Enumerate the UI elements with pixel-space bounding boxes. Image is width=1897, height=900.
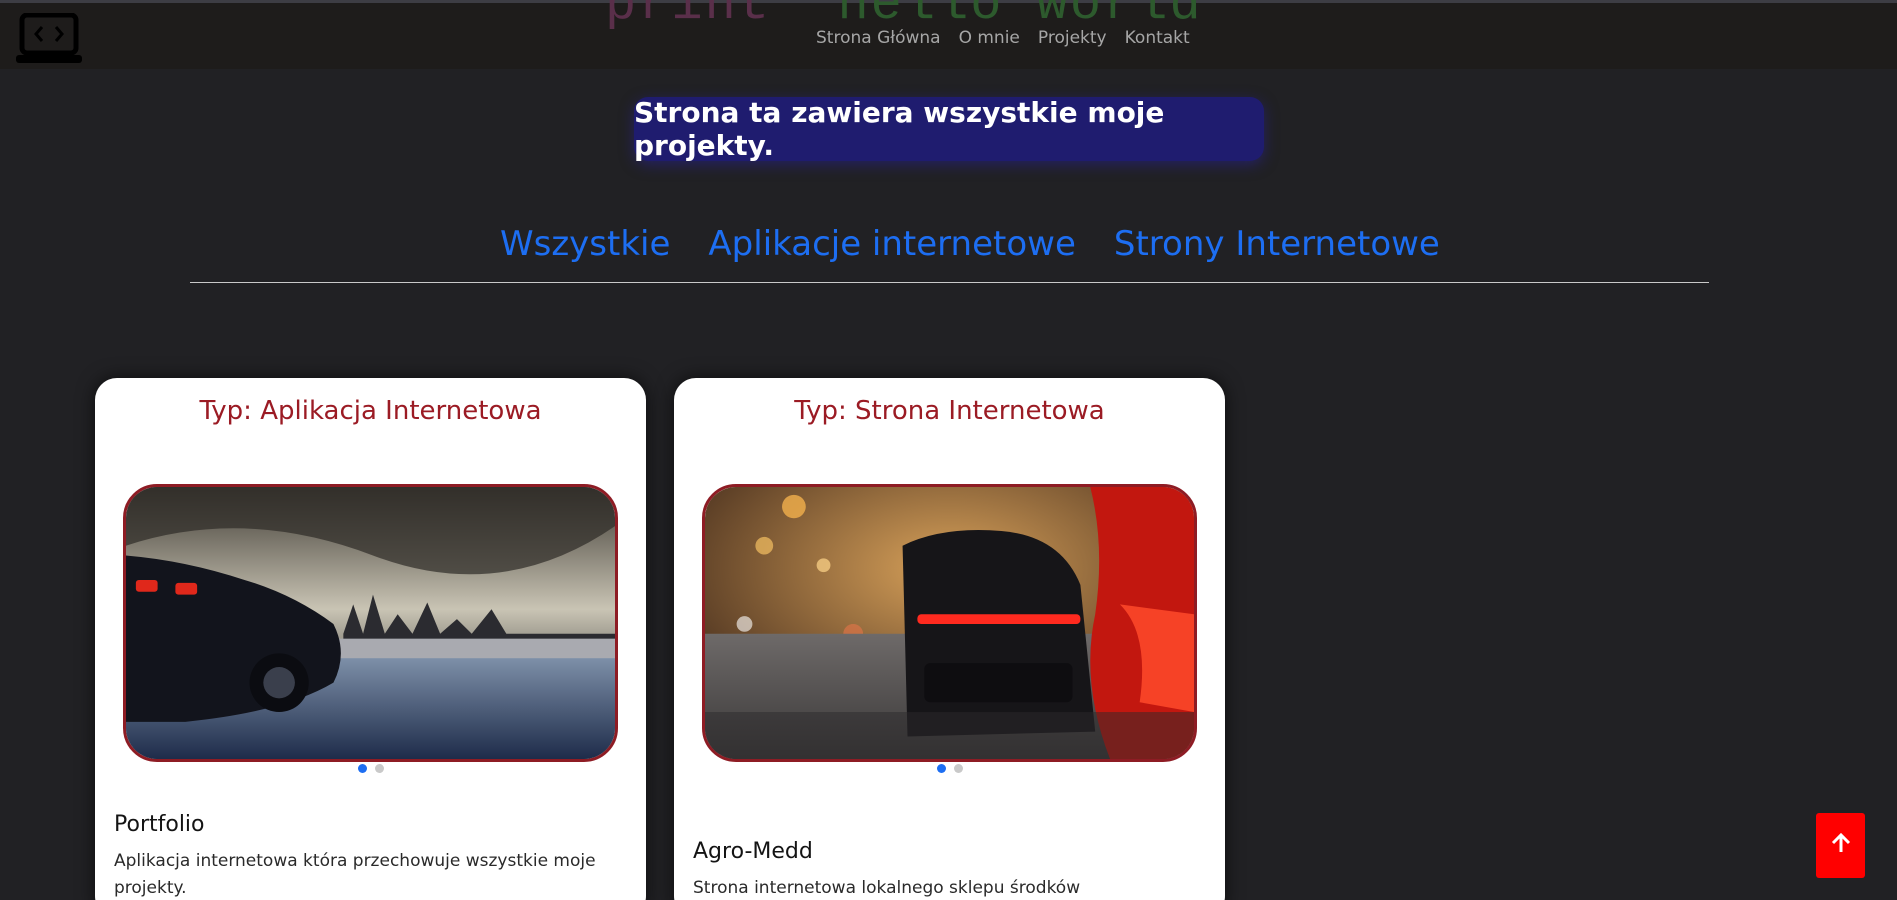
project-type: Typ: Aplikacja Internetowa [199, 396, 542, 426]
project-title: Agro-Medd [693, 839, 813, 864]
project-card: Typ: Strona Internetowa Agro-Medd Strona… [674, 378, 1225, 900]
nav-link-home[interactable]: Strona Główna [816, 28, 941, 48]
carousel-dot[interactable] [374, 764, 384, 773]
project-type: Typ: Strona Internetowa [794, 396, 1105, 426]
project-image[interactable] [702, 484, 1197, 762]
page: print "hello world" Strona Główna O mnie… [0, 0, 1897, 900]
intro-banner: Strona ta zawiera wszystkie moje projekt… [634, 96, 1264, 162]
carousel-dot[interactable] [357, 764, 367, 773]
project-description: Strona internetowa lokalnego sklepu środ… [693, 878, 1081, 898]
filter-tab-websites[interactable]: Strony Internetowe [1114, 224, 1440, 264]
nav-link-about[interactable]: O mnie [959, 28, 1020, 48]
carousel-indicators [95, 764, 646, 773]
back-to-top-button[interactable] [1816, 813, 1865, 878]
nav-link-projects[interactable]: Projekty [1038, 28, 1107, 48]
project-card: Typ: Aplikacja Internetowa Portfolio Apl… [95, 378, 646, 900]
filter-divider [190, 282, 1709, 283]
banner-keyword: print [605, 0, 772, 34]
filter-tab-all[interactable]: Wszystkie [500, 224, 670, 264]
code-laptop-icon[interactable] [14, 12, 84, 65]
project-title: Portfolio [114, 812, 205, 837]
arrow-up-icon [1830, 832, 1852, 859]
carousel-dot[interactable] [936, 764, 946, 773]
filter-tab-web-apps[interactable]: Aplikacje internetowe [708, 224, 1075, 264]
project-image[interactable] [123, 484, 618, 762]
site-header: print "hello world" Strona Główna O mnie… [0, 0, 1897, 69]
nav-link-contact[interactable]: Kontakt [1125, 28, 1190, 48]
project-filters: Wszystkie Aplikacje internetowe Strony I… [500, 224, 1440, 264]
main-nav: Strona Główna O mnie Projekty Kontakt [816, 28, 1190, 48]
carousel-indicators [674, 764, 1225, 773]
project-description: Aplikacja internetowa która przechowuje … [114, 851, 596, 898]
carousel-dot[interactable] [953, 764, 963, 773]
